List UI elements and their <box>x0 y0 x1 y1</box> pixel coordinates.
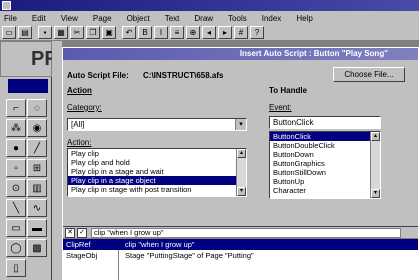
menu-file[interactable]: File <box>4 14 17 23</box>
italic-icon[interactable]: I <box>154 26 168 39</box>
list-item[interactable]: Play clip in stage with post transition <box>68 185 246 194</box>
media-tool-icon[interactable]: ▩ <box>27 239 47 257</box>
param-name: StageObj <box>66 251 98 260</box>
to-handle-group-label: To Handle <box>269 86 308 95</box>
palette-selected-tool[interactable] <box>8 79 48 93</box>
action-group-label: Action <box>67 86 92 95</box>
list-item[interactable]: ButtonDown <box>270 150 380 159</box>
scroll-down-icon[interactable]: ▾ <box>237 187 246 196</box>
param-value: clip "when I grow up" <box>125 240 195 249</box>
page-next-icon[interactable]: ▸ <box>218 26 232 39</box>
rect-tool-icon[interactable]: ▭ <box>6 219 26 237</box>
rotate-tool-icon[interactable]: ◉ <box>27 119 47 137</box>
help-icon[interactable]: ? <box>250 26 264 39</box>
parameters-grid: ✕ ✓ clip "when I grow up" ClipRef clip "… <box>63 226 418 280</box>
list-item[interactable]: ButtonStillDown <box>270 168 380 177</box>
menu-bar: File Edit View Page Object Text Draw Too… <box>0 11 419 25</box>
fill-tool-icon[interactable]: ● <box>6 139 26 157</box>
page-prev-icon[interactable]: ◂ <box>202 26 216 39</box>
undo-icon[interactable]: ↶ <box>122 26 136 39</box>
list-item[interactable]: Character <box>270 186 380 195</box>
parameter-edit-input[interactable]: clip "when I grow up" <box>91 228 401 238</box>
menu-draw[interactable]: Draw <box>194 14 213 23</box>
zoom-tool-icon[interactable]: ⊞ <box>27 159 47 177</box>
menu-view[interactable]: View <box>61 14 78 23</box>
page-edge <box>52 41 62 280</box>
pen-tool-icon[interactable]: ╱ <box>27 139 47 157</box>
category-label: Category: <box>67 103 102 112</box>
chevron-down-icon[interactable]: ▾ <box>235 119 246 130</box>
button-tool-icon[interactable]: ▫ <box>6 159 26 177</box>
arc-tool-icon[interactable]: ╲ <box>6 199 26 217</box>
pointer-tool-icon[interactable]: ⁂ <box>6 119 26 137</box>
events-scrollbar[interactable]: ▴ ▾ <box>370 132 380 198</box>
menu-page[interactable]: Page <box>93 14 112 23</box>
event-field[interactable]: ButtonClick <box>269 116 381 129</box>
curve-tool-icon[interactable]: ∿ <box>27 199 47 217</box>
list-item[interactable]: Play clip <box>68 149 246 158</box>
field-tool-icon[interactable]: ▬ <box>27 219 47 237</box>
menu-help[interactable]: Help <box>296 14 312 23</box>
choose-file-button[interactable]: Choose File... <box>333 67 405 82</box>
actions-scrollbar[interactable]: ▴ ▾ <box>236 149 246 196</box>
list-item[interactable]: ButtonGraphics <box>270 159 380 168</box>
cancel-edit-icon[interactable]: ✕ <box>65 228 75 238</box>
zoom-icon[interactable]: ⊕ <box>186 26 200 39</box>
cut-icon[interactable]: ✂ <box>70 26 84 39</box>
copy-icon[interactable]: ❐ <box>86 26 100 39</box>
menu-tools[interactable]: Tools <box>228 14 247 23</box>
save-icon[interactable]: ▪ <box>38 26 52 39</box>
category-value: [All] <box>71 120 85 129</box>
list-item[interactable]: ButtonDoubleClick <box>270 141 380 150</box>
event-label: Event: <box>269 103 292 112</box>
accept-edit-icon[interactable]: ✓ <box>77 228 87 238</box>
text-tool-icon[interactable]: ⌐ <box>6 99 26 117</box>
category-select[interactable]: [All] ▾ <box>67 118 247 131</box>
param-value: Stage "PuttingStage" of Page "Putting" <box>125 251 254 260</box>
events-list[interactable]: ButtonClick ButtonDoubleClick ButtonDown… <box>269 131 381 199</box>
table-row-selected[interactable]: ClipRef clip "when I grow up" <box>63 239 418 250</box>
system-menu-icon[interactable] <box>2 1 11 10</box>
app-logo: PF <box>0 41 57 77</box>
menu-object[interactable]: Object <box>127 14 150 23</box>
print-icon[interactable]: ▦ <box>54 26 68 39</box>
insert-auto-script-dialog: Insert Auto Script : Button "Play Song" … <box>62 47 419 280</box>
record-tool-icon[interactable]: ⊙ <box>6 179 26 197</box>
list-item[interactable]: ButtonUp <box>270 177 380 186</box>
bold-icon[interactable]: B <box>138 26 152 39</box>
tool-palette: ⌐ ◌ ⁂ ◉ ● ╱ ▫ ⊞ ⊙ ▥ ╲ ∿ ▭ ▬ ◯ ▩ ▯ <box>0 77 52 280</box>
oval-tool-icon[interactable]: ◯ <box>6 239 26 257</box>
actions-list[interactable]: Play clip Play clip and hold Play clip i… <box>67 148 247 197</box>
new-file-icon[interactable]: ▭ <box>2 26 16 39</box>
scroll-up-icon[interactable]: ▴ <box>237 149 246 158</box>
actions-label: Action: <box>67 138 92 147</box>
dialog-title: Insert Auto Script : Button "Play Song" <box>63 48 418 60</box>
list-item-selected[interactable]: ButtonClick <box>270 132 380 141</box>
scroll-up-icon[interactable]: ▴ <box>371 132 380 141</box>
app-title-bar <box>0 0 419 11</box>
list-item-selected[interactable]: Play clip in a stage object <box>68 176 246 185</box>
paint-tool-icon[interactable]: ▥ <box>27 179 47 197</box>
list-item[interactable]: Play clip in a stage and wait <box>68 167 246 176</box>
open-file-icon[interactable]: ▤ <box>18 26 32 39</box>
stage-tool-icon[interactable]: ▯ <box>6 259 26 277</box>
param-name: ClipRef <box>66 240 91 249</box>
line-tool-icon[interactable]: ◌ <box>27 99 47 117</box>
align-icon[interactable]: ≡ <box>170 26 184 39</box>
grid-icon[interactable]: # <box>234 26 248 39</box>
scroll-down-icon[interactable]: ▾ <box>371 189 380 198</box>
menu-text[interactable]: Text <box>165 14 180 23</box>
menu-index[interactable]: Index <box>262 14 282 23</box>
parameter-edit-bar: ✕ ✓ clip "when I grow up" <box>63 227 418 239</box>
menu-edit[interactable]: Edit <box>32 14 46 23</box>
auto-script-file-value: C:\INSTRUCT\658.afs <box>143 71 224 80</box>
list-item[interactable]: Play clip and hold <box>68 158 246 167</box>
toolbar: ▭ ▤ ▪ ▦ ✂ ❐ ▣ ↶ B I ≡ ⊕ ◂ ▸ # ? <box>0 25 419 41</box>
auto-script-file-label: Auto Script File: <box>67 71 129 80</box>
paste-icon[interactable]: ▣ <box>102 26 116 39</box>
table-row[interactable]: StageObj Stage "PuttingStage" of Page "P… <box>63 250 418 261</box>
event-value: ButtonClick <box>273 118 314 127</box>
